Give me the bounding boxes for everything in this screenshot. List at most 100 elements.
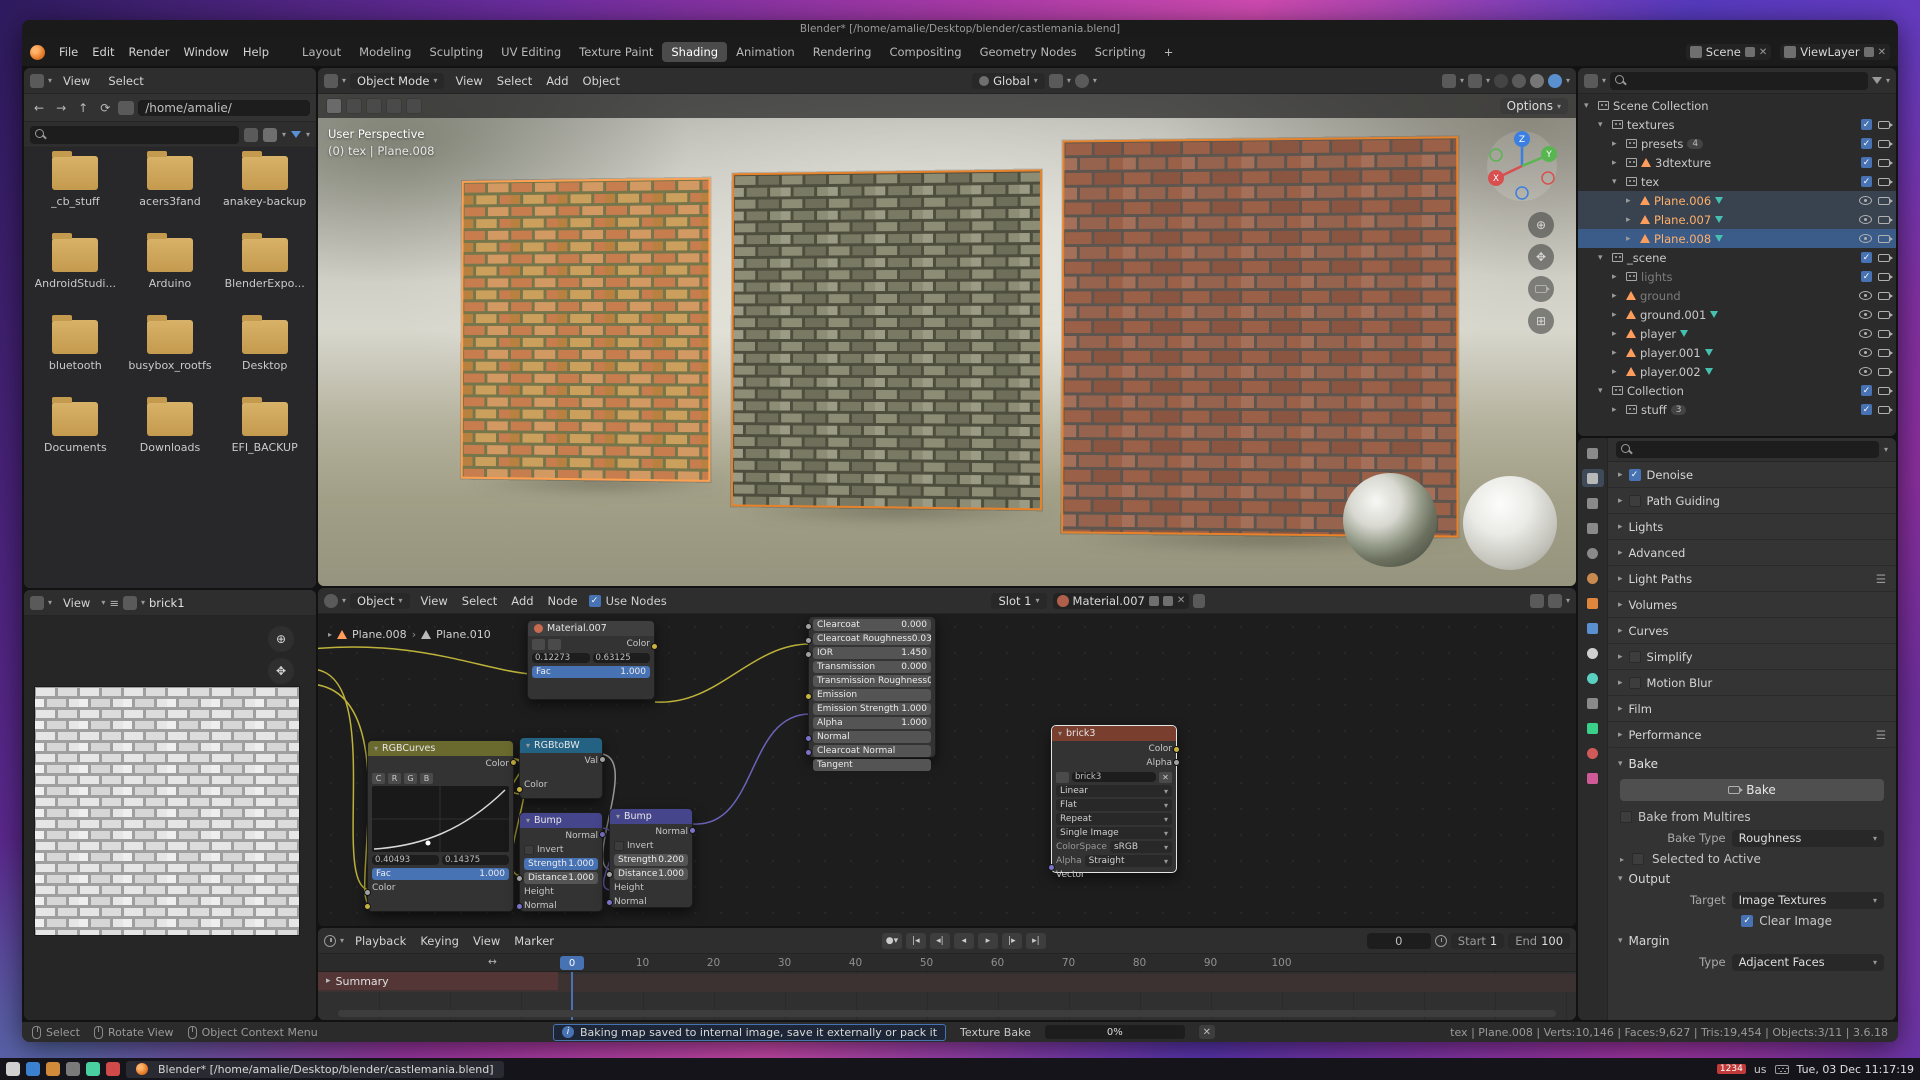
exclude-checkbox[interactable]: ✓ bbox=[1861, 176, 1872, 187]
curve-y-field[interactable]: 0.14375 bbox=[442, 855, 509, 865]
tab-particles[interactable] bbox=[1582, 644, 1604, 662]
invert-checkbox[interactable]: ✓ bbox=[524, 845, 534, 855]
input-socket[interactable] bbox=[516, 903, 523, 910]
node-input-row[interactable]: Normal bbox=[813, 731, 931, 743]
exclude-checkbox[interactable]: ✓ bbox=[1861, 138, 1872, 149]
outliner-row[interactable]: ▸ Plane.008 ✓ bbox=[1578, 229, 1896, 248]
input-socket[interactable] bbox=[606, 899, 613, 906]
shading-material-icon[interactable] bbox=[1530, 74, 1544, 88]
outliner-row[interactable]: ▸ stuff 3 ✓ bbox=[1578, 400, 1896, 419]
outliner-row[interactable]: ▸ Plane.006 ✓ bbox=[1578, 191, 1896, 210]
tab-world[interactable] bbox=[1582, 569, 1604, 587]
display-mode-grid-icon[interactable] bbox=[263, 128, 277, 142]
distance-slider[interactable]: Distance1.000 bbox=[614, 868, 688, 880]
value-slider[interactable]: Transmission Roughness0.000 bbox=[813, 675, 931, 687]
proportional-edit-icon[interactable] bbox=[1075, 74, 1089, 88]
disable-in-render-icon[interactable] bbox=[1878, 349, 1890, 357]
expand-arrow-icon[interactable]: ▸ bbox=[1612, 405, 1622, 415]
workspace-tab[interactable]: Modeling bbox=[350, 42, 420, 62]
outliner-row[interactable]: ▸ player.001 ✓ bbox=[1578, 343, 1896, 362]
outliner-row[interactable]: ▸ ground ✓ bbox=[1578, 286, 1896, 305]
topbar-menu[interactable]: Edit bbox=[85, 43, 121, 61]
node-input-row[interactable]: Transmission Roughness0.000 bbox=[813, 675, 931, 687]
section-checkbox[interactable]: ✓ bbox=[1629, 651, 1641, 663]
strength-slider[interactable]: Strength0.200 bbox=[614, 854, 688, 866]
options-dropdown[interactable]: Options▾ bbox=[1500, 98, 1568, 114]
topbar-menu[interactable]: Help bbox=[236, 43, 276, 61]
exclude-checkbox[interactable]: ✓ bbox=[1861, 119, 1872, 130]
rgb-curves-node[interactable]: ▾RGBCurves Color CRGB 0.40493 bbox=[367, 740, 514, 912]
new-material-icon[interactable] bbox=[1163, 596, 1173, 606]
clock[interactable]: Tue, 03 Dec 11:17:19 bbox=[1797, 1063, 1914, 1076]
disable-in-render-icon[interactable] bbox=[1878, 216, 1890, 224]
disable-in-render-icon[interactable] bbox=[1878, 406, 1890, 414]
select-box-tool-icon[interactable] bbox=[346, 98, 362, 114]
brick-wall-plane-orange[interactable] bbox=[461, 178, 711, 482]
folder-item[interactable]: acers3fand bbox=[123, 156, 218, 238]
outliner-row[interactable]: ▸ Plane.007 ✓ bbox=[1578, 210, 1896, 229]
output-socket[interactable] bbox=[651, 643, 658, 650]
hide-in-viewport-icon[interactable] bbox=[1859, 348, 1872, 357]
editor-type-icon[interactable] bbox=[324, 594, 338, 608]
properties-section-header[interactable]: ✓ Curves ☰ bbox=[1608, 618, 1896, 644]
properties-section-header[interactable]: ✓ Denoise ☰ bbox=[1608, 462, 1896, 488]
cancel-job-icon[interactable]: ✕ bbox=[1199, 1025, 1215, 1039]
expand-arrow-icon[interactable]: ▸ bbox=[1612, 139, 1622, 149]
section-menu-icon[interactable]: ☰ bbox=[1876, 728, 1886, 742]
timeline-channels[interactable]: Summary bbox=[318, 972, 1576, 1020]
input-socket[interactable] bbox=[805, 637, 812, 644]
transform-orientation-dropdown[interactable]: Global▾ bbox=[972, 73, 1045, 89]
input-socket[interactable] bbox=[805, 623, 812, 630]
outliner-row[interactable]: ▾ tex ✓ bbox=[1578, 172, 1896, 191]
workspace-tab[interactable]: + bbox=[1155, 42, 1183, 62]
taskbar-app-icon[interactable] bbox=[66, 1062, 80, 1076]
hide-in-viewport-icon[interactable] bbox=[1859, 367, 1872, 376]
exclude-checkbox[interactable]: ✓ bbox=[1861, 404, 1872, 415]
hide-in-viewport-icon[interactable] bbox=[1859, 196, 1872, 205]
curve-graph[interactable] bbox=[372, 786, 509, 852]
image-texture-node[interactable]: ▾brick3 Color Alpha brick3✕ Linear▾ Flat… bbox=[1051, 725, 1177, 873]
tab-physics[interactable] bbox=[1582, 669, 1604, 687]
fac-slider[interactable]: Fac1.000 bbox=[532, 666, 650, 678]
value-field[interactable]: 0.63125 bbox=[593, 653, 651, 663]
bake-button[interactable]: Bake bbox=[1620, 779, 1884, 801]
mode-dropdown[interactable]: Object Mode▾ bbox=[350, 73, 444, 89]
node-input-row[interactable]: Transmission0.000 bbox=[813, 661, 931, 673]
workspace-tab[interactable]: Scripting bbox=[1086, 42, 1155, 62]
tab-material[interactable] bbox=[1582, 744, 1604, 762]
node-input-row[interactable]: Emission bbox=[813, 689, 931, 701]
exclude-checkbox[interactable]: ✓ bbox=[1861, 385, 1872, 396]
unlink-material-icon[interactable]: ✕ bbox=[1177, 595, 1185, 606]
channel-button[interactable]: R bbox=[388, 773, 401, 784]
remove-viewlayer-icon[interactable]: ✕ bbox=[1878, 47, 1886, 58]
input-socket[interactable] bbox=[805, 693, 812, 700]
value-slider[interactable]: Emission bbox=[813, 689, 931, 701]
disable-in-render-icon[interactable] bbox=[1878, 292, 1890, 300]
properties-section-header[interactable]: ✓ Light Paths ☰ bbox=[1608, 566, 1896, 592]
timeline-ruler[interactable]: ↔ 102030405060708090100 0 bbox=[318, 954, 1576, 972]
expand-arrow-icon[interactable]: ▾ bbox=[1584, 101, 1594, 111]
fac-slider[interactable]: Fac1.000 bbox=[372, 868, 509, 880]
exclude-checkbox[interactable]: ✓ bbox=[1861, 252, 1872, 263]
material-selector[interactable]: Material.007 ✕ bbox=[1053, 593, 1190, 609]
interpolation-dropdown[interactable]: Linear▾ bbox=[1056, 785, 1172, 797]
pan-hand-icon[interactable]: ✥ bbox=[1528, 244, 1554, 270]
shading-wireframe-icon[interactable] bbox=[1494, 74, 1508, 88]
display-mode-list-icon[interactable] bbox=[244, 128, 258, 142]
multires-checkbox[interactable]: ✓ bbox=[1620, 811, 1632, 823]
viewport-menu[interactable]: Select bbox=[490, 72, 539, 90]
section-checkbox[interactable]: ✓ bbox=[1629, 469, 1641, 481]
select-circle-tool-icon[interactable] bbox=[366, 98, 382, 114]
nav-up-icon[interactable]: ↑ bbox=[74, 101, 92, 115]
slot-dropdown[interactable]: Slot 1▾ bbox=[991, 593, 1046, 609]
viewport-menu[interactable]: View bbox=[448, 72, 489, 90]
node-input-row[interactable]: IOR1.450 bbox=[813, 647, 931, 659]
bake-from-multires-row[interactable]: ✓Bake from Multires bbox=[1608, 807, 1896, 827]
input-socket[interactable] bbox=[805, 651, 812, 658]
value-slider[interactable]: Emission Strength1.000 bbox=[813, 703, 931, 715]
target-dropdown[interactable]: Image Textures▾ bbox=[1732, 892, 1884, 909]
properties-section-header[interactable]: ✓ Simplify ☰ bbox=[1608, 644, 1896, 670]
bump-node-1[interactable]: ▾Bump Normal ✓Invert Strength1.000 Dista… bbox=[519, 812, 603, 912]
projection-dropdown[interactable]: Flat▾ bbox=[1056, 799, 1172, 811]
colorspace-dropdown[interactable]: sRGB▾ bbox=[1110, 841, 1172, 853]
